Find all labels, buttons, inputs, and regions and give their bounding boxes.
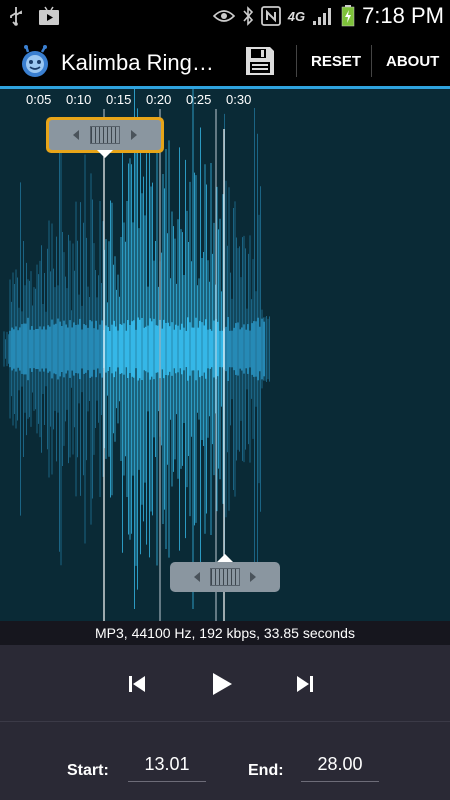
chevron-left-icon [194, 572, 200, 582]
notification-icons [8, 6, 60, 26]
chevron-left-icon [73, 130, 79, 140]
time-tick-label: 0:30 [226, 92, 252, 107]
status-bar: 4G 7:18 PM [0, 0, 450, 33]
waveform-view[interactable]: 0:05 0:10 0:15 0:20 0:25 0:30 [0, 89, 450, 621]
clock: 7:18 PM [362, 3, 444, 28]
start-marker-pointer [97, 150, 113, 158]
time-tick-label: 0:15 [106, 92, 132, 107]
action-divider [371, 45, 372, 77]
playback-controls [0, 645, 450, 721]
previous-button[interactable] [120, 667, 154, 701]
app-logo-icon [22, 45, 48, 77]
play-button[interactable] [204, 667, 238, 701]
start-marker-body [49, 120, 161, 150]
time-tick-label: 0:20 [146, 92, 172, 107]
selection-fields: Start: 13.01 End: 28.00 [0, 722, 450, 800]
usb-icon [10, 7, 22, 26]
signal-icon [313, 8, 332, 25]
grip-icon [210, 568, 240, 586]
system-icons: 4G 7:18 PM [212, 3, 444, 29]
next-button[interactable] [288, 667, 322, 701]
nfc-icon [260, 6, 281, 26]
skip-next-icon [297, 676, 313, 692]
about-button[interactable]: ABOUT [386, 53, 439, 70]
action-divider [296, 45, 297, 77]
grip-icon [90, 126, 120, 144]
start-label: Start: [67, 762, 109, 779]
network-type-label: 4G [287, 8, 306, 24]
start-marker-handle[interactable] [46, 117, 164, 153]
end-time-field[interactable]: 28.00 [301, 754, 379, 782]
end-label: End: [248, 762, 284, 779]
file-info-text: MP3, 44100 Hz, 192 kbps, 33.85 seconds [0, 621, 450, 645]
end-marker-handle[interactable] [170, 562, 280, 592]
app-title: Kalimba Ring… [61, 50, 214, 75]
end-marker-pointer [217, 554, 233, 562]
chevron-right-icon [131, 130, 137, 140]
waveform-canvas[interactable] [0, 89, 450, 621]
time-tick-label: 0:10 [66, 92, 92, 107]
save-icon[interactable] [244, 45, 276, 77]
time-tick-label: 0:05 [26, 92, 52, 107]
play-store-icon [39, 6, 59, 25]
time-tick-label: 0:25 [186, 92, 212, 107]
bluetooth-icon [243, 6, 253, 26]
reset-button[interactable]: RESET [311, 53, 361, 70]
chevron-right-icon [250, 572, 256, 582]
play-icon [213, 673, 232, 695]
eye-icon [212, 10, 235, 22]
action-bar: Kalimba Ring… RESET ABOUT [0, 33, 450, 89]
start-time-field[interactable]: 13.01 [128, 754, 206, 782]
skip-previous-icon [129, 676, 145, 692]
battery-charging-icon [341, 5, 355, 27]
